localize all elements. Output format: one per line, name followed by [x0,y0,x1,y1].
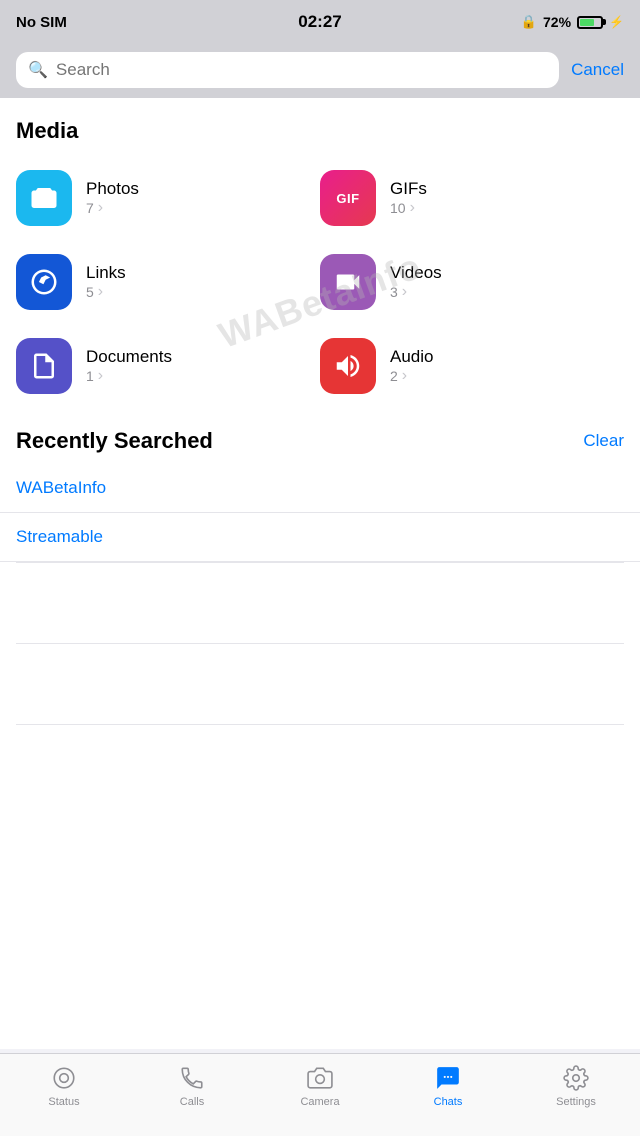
document-icon [29,351,59,381]
photos-count: 7 [86,199,139,217]
lock-icon: 🔒 [521,14,537,30]
media-item-videos[interactable]: Videos 3 [320,240,624,324]
media-item-photos[interactable]: Photos 7 [16,156,320,240]
documents-label: Documents [86,347,172,367]
tab-bar: Status Calls Camera Chats [0,1053,640,1136]
charging-icon: ⚡ [609,15,624,29]
media-grid: Photos 7 GIF GIFs 10 Links 5 [0,156,640,408]
gif-icon: GIF [336,191,359,206]
media-item-documents[interactable]: Documents 1 [16,324,320,408]
clear-button[interactable]: Clear [583,431,624,451]
tab-camera[interactable]: Camera [256,1064,384,1108]
recently-searched-header: Recently Searched Clear [0,408,640,464]
tab-chats[interactable]: Chats [384,1064,512,1108]
audio-icon [333,351,363,381]
photos-icon-bg [16,170,72,226]
tab-status[interactable]: Status [0,1064,128,1108]
audio-icon-bg [320,338,376,394]
battery-icon [577,16,603,29]
divider-1 [16,562,624,563]
links-info: Links 5 [86,263,126,301]
documents-info: Documents 1 [86,347,172,385]
main-content: WABetaInfo Media Photos 7 GIF GIFs 10 [0,98,640,1049]
compass-icon [29,267,59,297]
settings-tab-label: Settings [556,1096,596,1108]
carrier-text: No SIM [16,14,67,31]
calls-tab-icon [178,1064,206,1092]
camera-tab-label: Camera [300,1096,339,1108]
gifs-count: 10 [390,199,427,217]
photos-info: Photos 7 [86,179,139,217]
search-input[interactable] [56,60,547,80]
tab-settings[interactable]: Settings [512,1064,640,1108]
status-bar: No SIM 02:27 🔒 72% ⚡ [0,0,640,44]
audio-count: 2 [390,367,433,385]
media-item-audio[interactable]: Audio 2 [320,324,624,408]
status-tab-icon [50,1064,78,1092]
chats-tab-label: Chats [434,1096,463,1108]
search-icon: 🔍 [28,60,48,80]
documents-count: 1 [86,367,172,385]
videos-label: Videos [390,263,442,283]
recent-item-streamable[interactable]: Streamable [0,513,640,562]
videos-count: 3 [390,283,442,301]
videos-icon-bg [320,254,376,310]
divider-2 [16,643,624,644]
links-label: Links [86,263,126,283]
search-input-wrapper[interactable]: 🔍 [16,52,559,88]
media-item-links[interactable]: Links 5 [16,240,320,324]
gifs-label: GIFs [390,179,427,199]
media-section-title: Media [0,98,640,156]
settings-tab-icon [562,1064,590,1092]
video-icon [333,267,363,297]
search-bar-container: 🔍 Cancel [0,44,640,98]
videos-info: Videos 3 [390,263,442,301]
battery-percent: 72% [543,14,571,30]
links-icon-bg [16,254,72,310]
media-item-gifs[interactable]: GIF GIFs 10 [320,156,624,240]
time-text: 02:27 [298,12,341,32]
status-right-icons: 🔒 72% ⚡ [521,14,624,30]
photos-label: Photos [86,179,139,199]
recent-item-wabetainfo[interactable]: WABetaInfo [0,464,640,513]
chats-tab-icon [434,1064,462,1092]
divider-3 [16,724,624,725]
calls-tab-label: Calls [180,1096,204,1108]
audio-info: Audio 2 [390,347,433,385]
cancel-button[interactable]: Cancel [571,60,624,80]
camera-tab-icon [306,1064,334,1092]
links-count: 5 [86,283,126,301]
audio-label: Audio [390,347,433,367]
recently-searched-title: Recently Searched [16,428,213,454]
status-tab-label: Status [48,1096,79,1108]
documents-icon-bg [16,338,72,394]
gifs-icon-bg: GIF [320,170,376,226]
gifs-info: GIFs 10 [390,179,427,217]
camera-icon [29,183,59,213]
tab-calls[interactable]: Calls [128,1064,256,1108]
